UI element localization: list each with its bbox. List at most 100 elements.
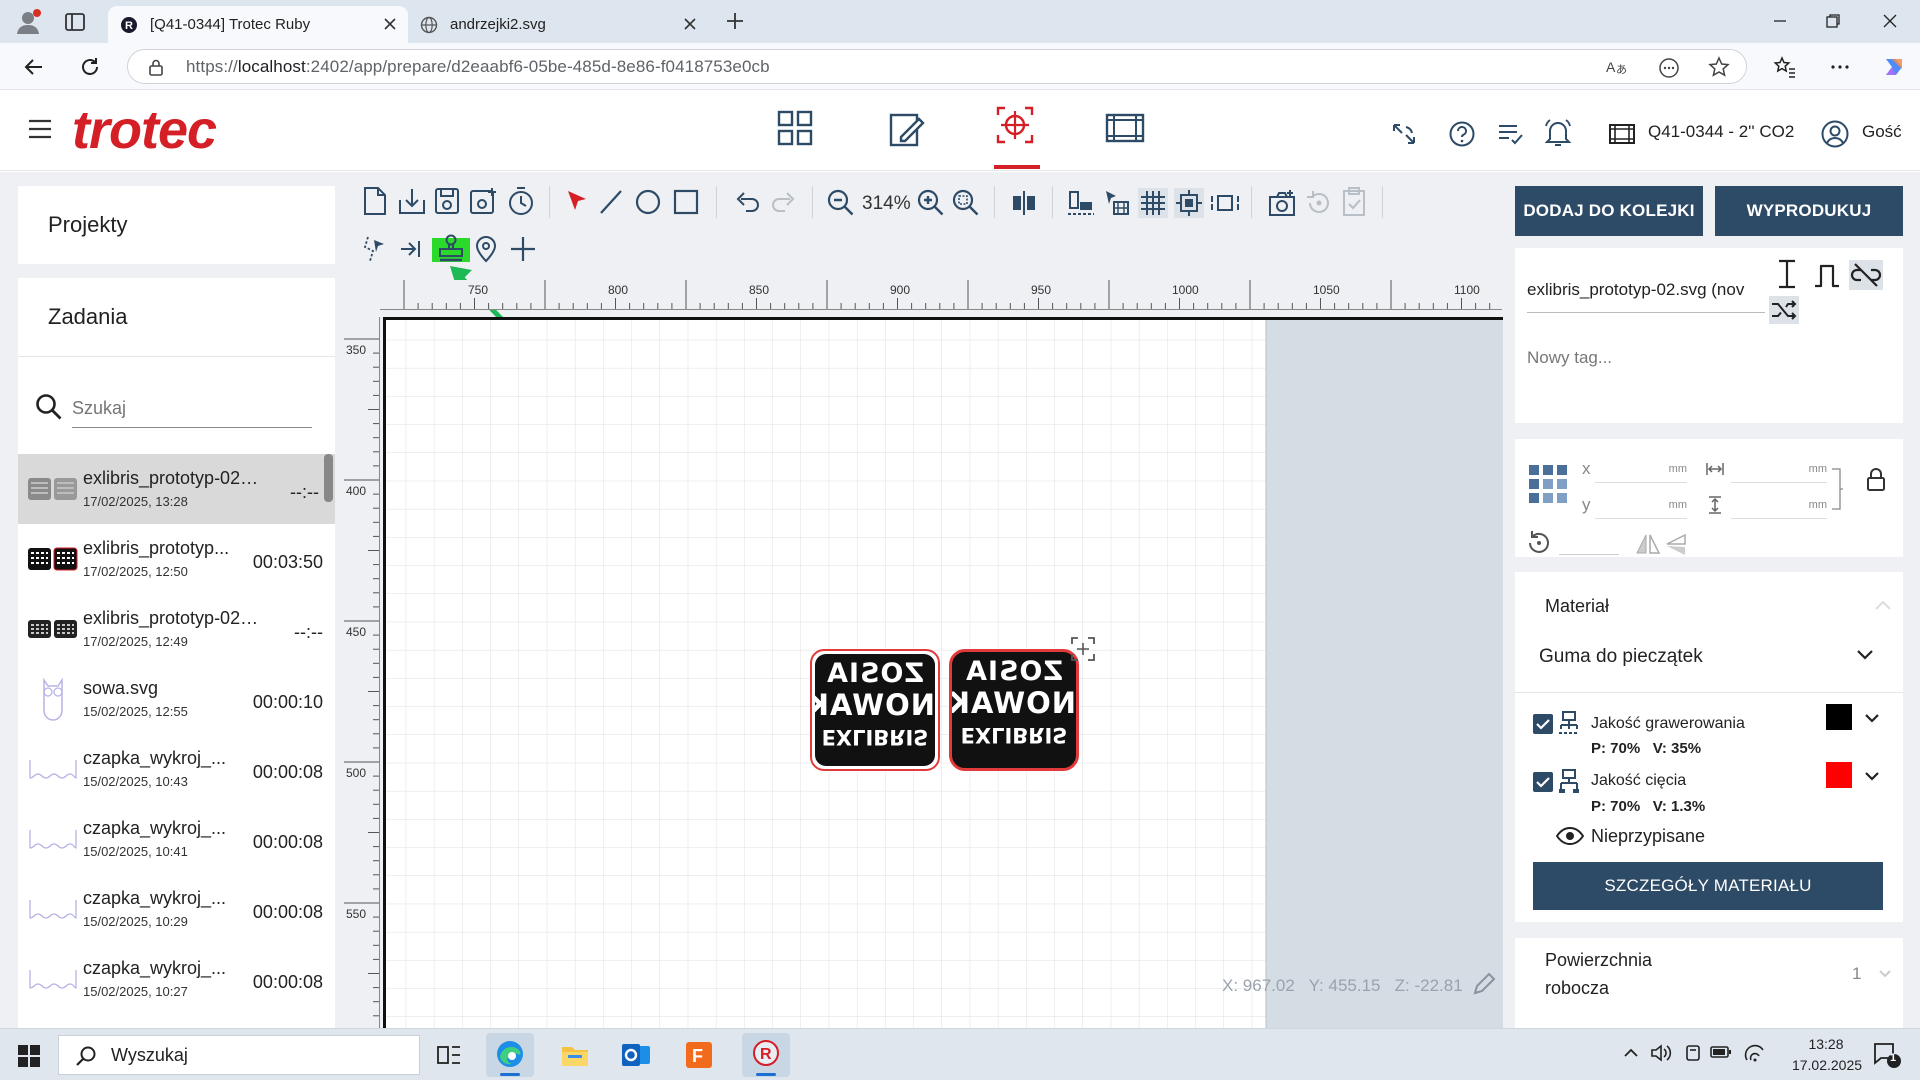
- task-view-icon[interactable]: [436, 1043, 462, 1067]
- clock-time[interactable]: 13:28: [1790, 1036, 1862, 1052]
- snap-to-object-icon[interactable]: [1174, 188, 1204, 218]
- zoom-in-icon[interactable]: [916, 188, 946, 218]
- select-tool-icon[interactable]: [564, 188, 590, 216]
- save-icon[interactable]: [433, 186, 461, 216]
- crosshair-add-icon[interactable]: [508, 234, 538, 264]
- file-explorer-icon[interactable]: [560, 1041, 590, 1069]
- chevron-down-icon[interactable]: [1863, 712, 1881, 724]
- new-file-icon[interactable]: [362, 186, 388, 216]
- job-row[interactable]: czapka_wykroj_... 15/02/2025, 10:43 00:0…: [18, 734, 335, 804]
- stamp-preview-left[interactable]: ZOSIA NOWAK EXLIBRIS: [810, 649, 940, 771]
- machine-icon[interactable]: [1608, 122, 1636, 146]
- tray-overflow-icon[interactable]: [1622, 1045, 1640, 1059]
- close-tab-icon[interactable]: [682, 16, 698, 32]
- tab-andrzejki[interactable]: andrzejki2.svg: [408, 6, 708, 43]
- height-input[interactable]: mm: [1731, 495, 1827, 519]
- redo-icon[interactable]: [770, 188, 798, 216]
- hamburger-menu-icon[interactable]: [28, 119, 52, 139]
- wifi-icon[interactable]: [1744, 1043, 1766, 1063]
- rectangle-tool-icon[interactable]: [672, 188, 700, 216]
- arrange-bottom-icon[interactable]: [1066, 188, 1096, 218]
- job-row[interactable]: czapka_wykroj_... 15/02/2025, 10:29 00:0…: [18, 874, 335, 944]
- import-icon[interactable]: [397, 186, 427, 216]
- shuffle-icon[interactable]: [1769, 296, 1799, 324]
- rotate-icon[interactable]: [1525, 529, 1553, 557]
- notifications-bell-icon[interactable]: [1544, 118, 1572, 148]
- new-tag-input[interactable]: Nowy tag...: [1527, 348, 1612, 368]
- user-avatar-icon[interactable]: [1820, 119, 1850, 149]
- location-pin-icon[interactable]: [473, 234, 499, 264]
- edit-pencil-icon[interactable]: [1471, 971, 1497, 997]
- volume-icon[interactable]: [1650, 1043, 1672, 1063]
- job-row[interactable]: sowa.svg 15/02/2025, 12:55 00:00:10: [18, 664, 335, 734]
- job-row[interactable]: exlibris_prototyp... 17/02/2025, 12:50 0…: [18, 524, 335, 594]
- battery-icon[interactable]: [1710, 1045, 1732, 1059]
- engrave-color-swatch[interactable]: [1826, 704, 1852, 730]
- clock-date[interactable]: 17.02.2025: [1782, 1057, 1872, 1073]
- edge-taskbar-button[interactable]: [486, 1033, 534, 1077]
- add-to-queue-button[interactable]: DODAJ DO KOLEJKI: [1515, 186, 1703, 236]
- restore-icon[interactable]: [1823, 11, 1843, 31]
- more-options-circle-icon[interactable]: [1658, 57, 1680, 79]
- collapse-chevron-icon[interactable]: [1873, 598, 1893, 612]
- device-icon[interactable]: [1684, 1043, 1702, 1063]
- width-input[interactable]: mm: [1731, 459, 1827, 483]
- material-select[interactable]: Guma do pieczątek: [1533, 640, 1883, 680]
- bounding-box-icon[interactable]: [1210, 188, 1240, 218]
- zoom-fit-icon[interactable]: [951, 188, 981, 218]
- outlook-icon[interactable]: [620, 1040, 652, 1070]
- cut-color-swatch[interactable]: [1826, 762, 1852, 788]
- x-input[interactable]: mm: [1595, 459, 1687, 483]
- read-aloud-icon[interactable]: Aあ: [1606, 57, 1630, 77]
- lock-ratio-icon[interactable]: [1865, 467, 1887, 493]
- favorites-icon[interactable]: [1773, 55, 1797, 79]
- lock-icon[interactable]: [148, 58, 164, 76]
- profile-icon[interactable]: [14, 8, 42, 36]
- copilot-icon[interactable]: [1880, 53, 1908, 81]
- close-tab-icon[interactable]: [382, 16, 398, 32]
- notification-center-icon[interactable]: 1: [1872, 1041, 1902, 1069]
- text-cursor-icon[interactable]: [1773, 258, 1801, 290]
- path-trace-icon[interactable]: [362, 234, 390, 264]
- job-row[interactable]: czapka_wykroj_... 15/02/2025, 10:41 00:0…: [18, 804, 335, 874]
- transfer-icon[interactable]: [1390, 121, 1418, 147]
- flip-vertical-icon[interactable]: [1665, 533, 1687, 557]
- nav-prepare-icon[interactable]: [995, 105, 1035, 145]
- produce-button[interactable]: WYPRODUKUJ: [1715, 186, 1903, 236]
- ruby-taskbar-button[interactable]: R: [742, 1033, 790, 1077]
- zoom-out-icon[interactable]: [826, 188, 856, 218]
- favorite-star-icon[interactable]: [1708, 56, 1730, 78]
- line-tool-icon[interactable]: [598, 188, 624, 216]
- machine-name[interactable]: Q41-0344 - 2'' CO2: [1648, 122, 1794, 142]
- help-icon[interactable]: [1448, 120, 1476, 148]
- save-as-icon[interactable]: [468, 186, 498, 216]
- grid-toggle-icon[interactable]: [1138, 188, 1168, 218]
- work-surface-card[interactable]: Powierzchnia robocza 1: [1515, 938, 1903, 1028]
- close-window-icon[interactable]: [1880, 11, 1900, 31]
- export-arrow-icon[interactable]: [399, 236, 425, 262]
- flip-horizontal-icon[interactable]: [1635, 533, 1661, 555]
- pulse-wave-icon[interactable]: [1813, 262, 1841, 290]
- stamp-tool-icon[interactable]: [436, 233, 466, 263]
- taskbar-search[interactable]: Wyszukaj: [58, 1035, 420, 1075]
- new-tab-icon[interactable]: [724, 10, 746, 32]
- list-check-icon[interactable]: [1497, 121, 1525, 147]
- job-row[interactable]: exlibris_prototyp-02.svg 17/02/2025, 12:…: [18, 594, 335, 664]
- user-name[interactable]: Gość: [1862, 122, 1902, 142]
- eye-icon[interactable]: [1555, 826, 1585, 846]
- job-row[interactable]: czapka_wykroj_... 15/02/2025, 10:27 00:0…: [18, 944, 335, 1014]
- back-icon[interactable]: [22, 55, 46, 79]
- align-center-icon[interactable]: [1009, 188, 1039, 218]
- engrave-checkbox[interactable]: [1533, 714, 1553, 734]
- settings-more-icon[interactable]: [1828, 55, 1852, 79]
- reset-view-icon[interactable]: [1304, 188, 1334, 218]
- windows-start-icon[interactable]: [18, 1045, 40, 1067]
- unlink-icon[interactable]: [1849, 260, 1883, 290]
- time-estimate-icon[interactable]: [507, 185, 535, 217]
- projects-title[interactable]: Projekty: [48, 212, 127, 238]
- url-field[interactable]: https://localhost:2402/app/prepare/d2eaa…: [127, 49, 1747, 84]
- ellipse-tool-icon[interactable]: [634, 188, 662, 216]
- stamp-preview-right[interactable]: ZOSIA NOWAK EXLIBRIS: [949, 649, 1079, 771]
- tab-trotec-ruby[interactable]: R [Q41-0344] Trotec Ruby: [108, 6, 408, 43]
- chevron-down-icon[interactable]: [1877, 968, 1893, 980]
